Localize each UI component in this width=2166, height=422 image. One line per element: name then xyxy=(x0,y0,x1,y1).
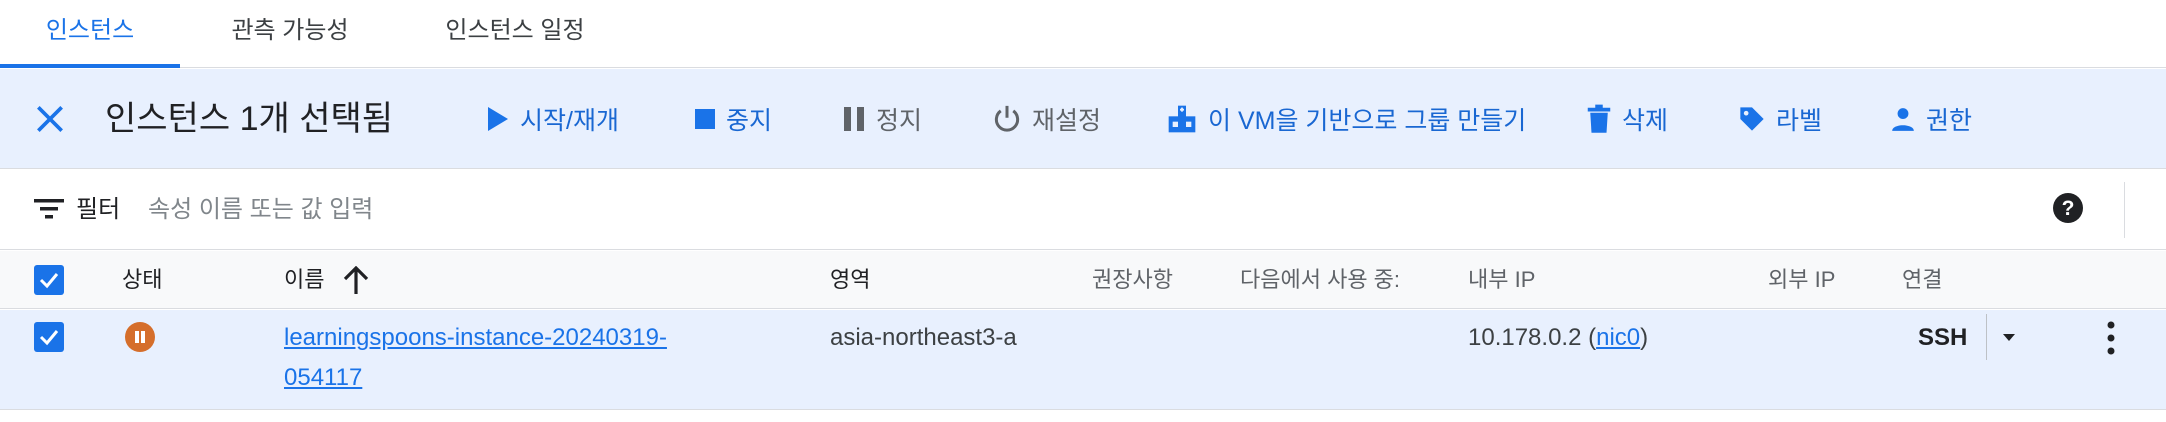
pause-icon xyxy=(844,107,864,131)
sort-ascending-icon[interactable] xyxy=(342,266,370,296)
tab-instances[interactable]: 인스턴스 xyxy=(0,0,180,68)
column-zone[interactable]: 영역 xyxy=(830,251,870,309)
filter-icon[interactable] xyxy=(34,196,64,222)
more-vert-icon xyxy=(2107,321,2115,355)
row-checkbox[interactable] xyxy=(34,322,64,352)
start-resume-label: 시작/재개 xyxy=(520,107,619,135)
ssh-button[interactable]: SSH xyxy=(1918,318,1967,358)
table-header: 상태 이름 영역 권장사항 다음에서 사용 중: 내부 IP 외부 IP 연결 xyxy=(0,251,2166,309)
suspend-label: 정지 xyxy=(876,107,923,135)
suspended-status-icon xyxy=(125,322,155,352)
close-icon xyxy=(37,106,63,132)
svg-text:?: ? xyxy=(2062,197,2075,220)
column-recommendations[interactable]: 권장사항 xyxy=(1092,251,1173,309)
column-internal-ip[interactable]: 내부 IP xyxy=(1468,251,1535,309)
delete-button[interactable]: 삭제 xyxy=(1586,99,1668,139)
column-connect[interactable]: 연결 xyxy=(1902,251,1942,309)
table-row[interactable]: learningspoons-instance-20240319-054117 … xyxy=(0,310,2166,410)
filter-label: 필터 xyxy=(76,196,121,223)
instance-name-link[interactable]: learningspoons-instance-20240319-054117 xyxy=(284,318,724,398)
internal-ip-value: 10.178.0.2 xyxy=(1468,324,1582,351)
person-icon xyxy=(1892,108,1914,131)
suspend-button[interactable]: 정지 xyxy=(842,99,922,139)
tab-observability[interactable]: 관측 가능성 xyxy=(200,0,380,68)
stop-button[interactable]: 중지 xyxy=(694,99,772,139)
delete-label: 삭제 xyxy=(1622,107,1669,135)
zone-cell: asia-northeast3-a xyxy=(830,324,1017,351)
power-icon xyxy=(994,105,1020,132)
permissions-label: 권한 xyxy=(1926,107,1973,135)
divider xyxy=(2124,182,2125,238)
close-selection-button[interactable] xyxy=(30,99,70,139)
more-actions-button[interactable] xyxy=(2096,318,2126,358)
select-all-checkbox[interactable] xyxy=(34,265,64,295)
ssh-dropdown-button[interactable] xyxy=(1996,324,2022,350)
checkmark-icon xyxy=(39,273,59,289)
tab-instance-schedule[interactable]: 인스턴스 일정 xyxy=(420,0,610,68)
column-status[interactable]: 상태 xyxy=(122,251,162,309)
selection-count-title: 인스턴스 1개 선택됨 xyxy=(105,100,394,138)
ssh-divider xyxy=(1986,314,1987,360)
stop-icon xyxy=(695,109,715,129)
labels-button[interactable]: 라벨 xyxy=(1738,99,1822,139)
label-tag-icon xyxy=(1740,107,1764,131)
reset-label: 재설정 xyxy=(1032,107,1102,135)
instance-group-icon xyxy=(1168,105,1196,133)
selection-action-bar: 인스턴스 1개 선택됨 시작/재개 중지 정지 재설정 이 VM을 기반으로 그… xyxy=(0,69,2166,169)
column-name[interactable]: 이름 xyxy=(284,251,324,309)
reset-button[interactable]: 재설정 xyxy=(992,99,1101,139)
caret-down-icon xyxy=(2003,334,2015,341)
create-group-button[interactable]: 이 VM을 기반으로 그룹 만들기 xyxy=(1166,99,1526,139)
play-icon xyxy=(488,107,508,131)
filter-bar: 필터 xyxy=(0,170,2166,250)
create-group-label: 이 VM을 기반으로 그룹 만들기 xyxy=(1208,107,1527,135)
trash-icon xyxy=(1587,104,1611,133)
tab-bar: 인스턴스 관측 가능성 인스턴스 일정 xyxy=(0,0,2166,68)
help-button[interactable]: ? xyxy=(2052,192,2084,229)
checkmark-icon xyxy=(39,330,59,346)
start-resume-button[interactable]: 시작/재개 xyxy=(486,99,619,139)
help-icon: ? xyxy=(2053,193,2083,223)
column-external-ip[interactable]: 외부 IP xyxy=(1768,251,1835,309)
filter-input[interactable] xyxy=(148,188,1448,232)
labels-label: 라벨 xyxy=(1776,107,1823,135)
permissions-button[interactable]: 권한 xyxy=(1890,99,1972,139)
internal-ip-cell: 10.178.0.2 (nic0) xyxy=(1468,324,1649,351)
nic-link[interactable]: nic0 xyxy=(1596,324,1640,351)
stop-label: 중지 xyxy=(726,107,773,135)
column-in-use-by[interactable]: 다음에서 사용 중: xyxy=(1240,251,1400,309)
